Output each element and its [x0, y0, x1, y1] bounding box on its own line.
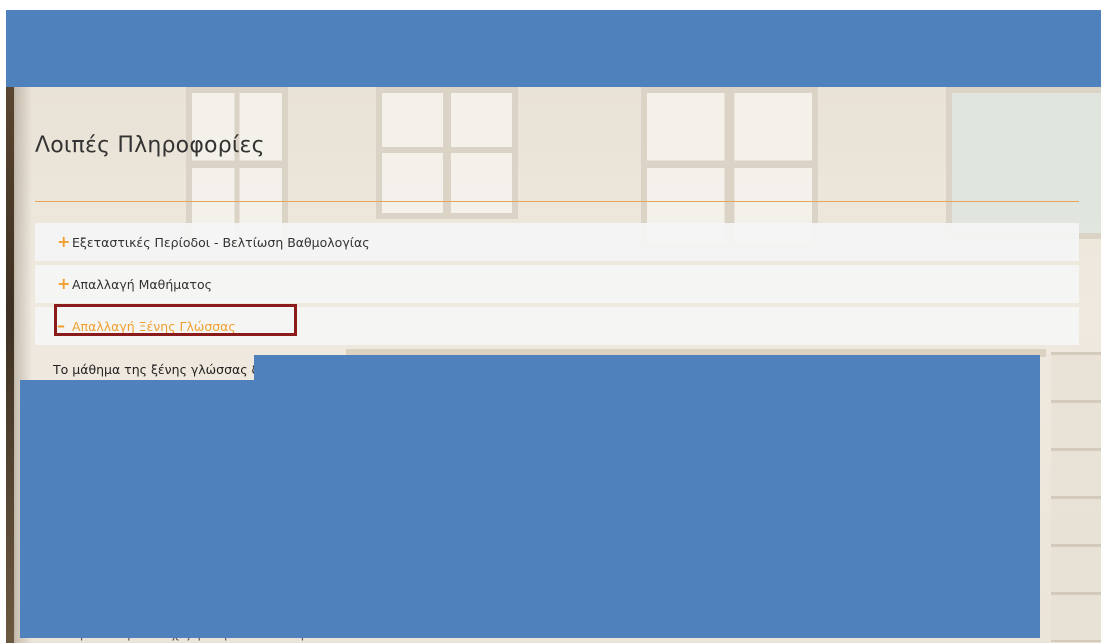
- background-bookshelf-edge: [6, 87, 14, 643]
- expand-plus-icon: +: [57, 232, 71, 251]
- accordion-item-label: Απαλλαγή Ξένης Γλώσσας: [72, 318, 236, 334]
- background-window: [946, 87, 1101, 239]
- background-bookshelf: [1051, 352, 1101, 642]
- accordion-item-label: Εξεταστικές Περίοδοι - Βελτίωση Βαθμολογ…: [72, 234, 370, 250]
- accordion-item-exam-periods[interactable]: + Εξεταστικές Περίοδοι - Βελτίωση Βαθμολ…: [35, 223, 1079, 261]
- redacted-header-banner: [6, 10, 1101, 87]
- collapse-minus-icon: –: [57, 316, 65, 335]
- accordion-item-label: Απαλλαγή Μαθήματος: [72, 276, 212, 292]
- redaction-block: [20, 380, 1040, 638]
- title-divider: [35, 201, 1079, 202]
- accordion-body-text: Το μάθημα της ξένης γλώσσας δ: [53, 362, 260, 377]
- accordion-item-foreign-language-exemption[interactable]: – Απαλλαγή Ξένης Γλώσσας: [35, 304, 1079, 345]
- accordion-item-course-exemption[interactable]: + Απαλλαγή Μαθήματος: [35, 265, 1079, 303]
- section-title: Λοιπές Πληροφορίες: [35, 133, 265, 158]
- redaction-block: [254, 355, 1040, 381]
- expand-plus-icon: +: [57, 274, 71, 293]
- page: Λοιπές Πληροφορίες + Εξεταστικές Περίοδο…: [0, 0, 1101, 643]
- background-window: [376, 87, 518, 219]
- info-accordion: + Εξεταστικές Περίοδοι - Βελτίωση Βαθμολ…: [35, 223, 1079, 349]
